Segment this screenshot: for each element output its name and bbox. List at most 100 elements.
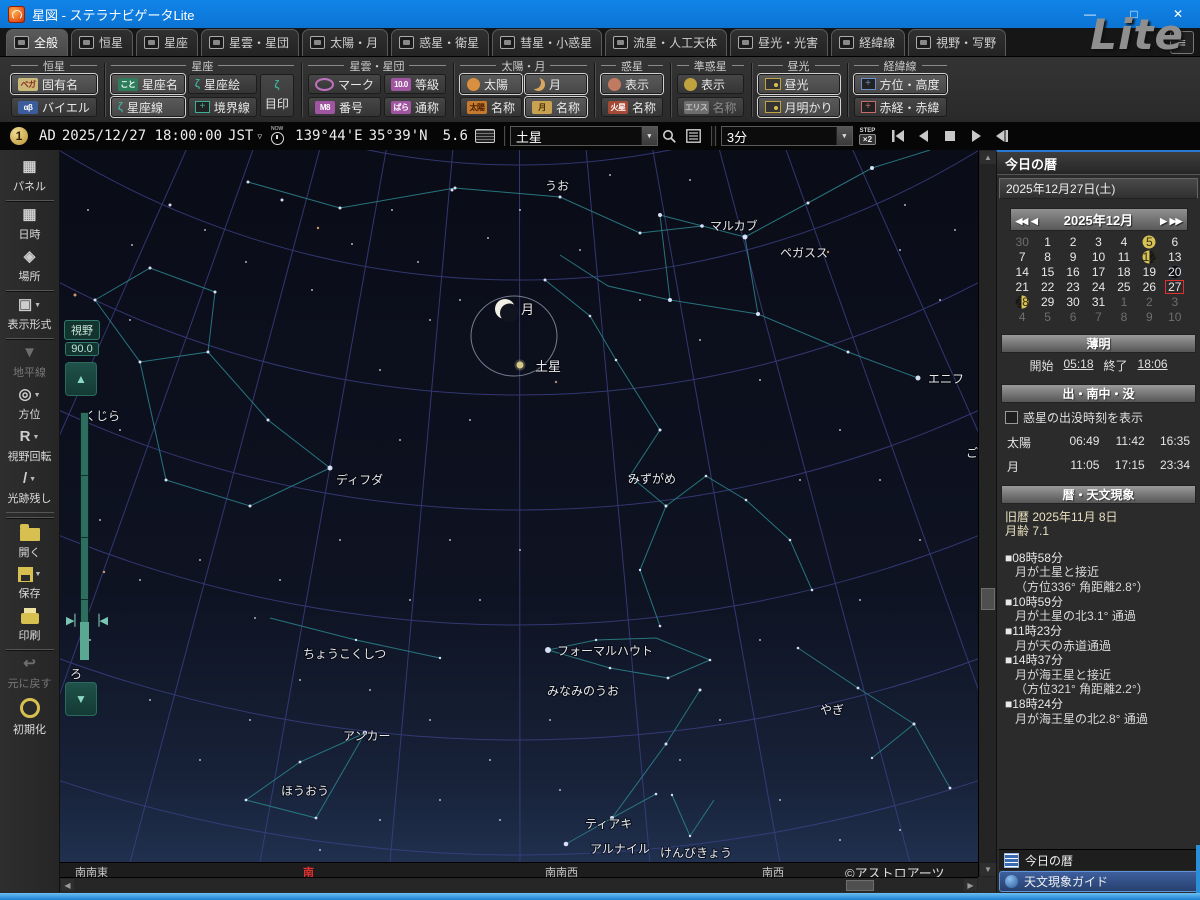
play-button[interactable] <box>968 128 984 144</box>
toolbar-button-方位・高度[interactable]: + 方位・高度 <box>853 74 947 94</box>
sidebar-item-表示形式[interactable]: ▣ ▼ 表示形式 <box>2 293 58 335</box>
calendar-day-4[interactable]: 4 <box>1111 234 1136 249</box>
sidebar-item-視野回転[interactable]: R ▼ 視野回転 <box>2 425 58 467</box>
toolbar-button-固有名[interactable]: ベガ 固有名 <box>11 74 97 94</box>
scroll-left-icon[interactable]: ◀ <box>61 879 74 891</box>
calendar-next-month-button[interactable]: ▶ <box>1160 216 1167 226</box>
toolbar-button-星座絵[interactable]: ζ 星座絵 <box>187 74 257 94</box>
chevron-down-icon[interactable]: ▼ <box>29 476 36 483</box>
calendar-day-10[interactable]: 10 <box>1086 249 1111 264</box>
toolbar-button-名称[interactable]: 月名称 <box>524 97 587 117</box>
search-icon[interactable] <box>660 126 680 146</box>
calendar-day-3[interactable]: 3 <box>1162 294 1187 309</box>
step-multiplier-icon[interactable]: STEP ×2 <box>858 128 877 145</box>
toolbar-button-名称[interactable]: エリス 名称 <box>677 97 744 117</box>
toolbar-button-月[interactable]: 月 <box>524 74 587 94</box>
calendar-day-27[interactable]: 27 <box>1162 279 1187 294</box>
time-step-combo[interactable]: 3分 ▼ <box>720 126 853 146</box>
calendar-next-year-button[interactable]: ▶▶ <box>1170 216 1183 226</box>
chevron-down-icon[interactable]: ▼ <box>34 392 41 399</box>
tab-惑星・衛星[interactable]: 惑星・衛星 <box>391 29 490 56</box>
calendar-day-9[interactable]: 9 <box>1060 249 1085 264</box>
calendar-day-21[interactable]: 21 <box>1010 279 1035 294</box>
toolbar-button-名称[interactable]: 太陽 名称 <box>459 97 522 117</box>
calendar-day-13[interactable]: 13 <box>1162 249 1187 264</box>
sidebar-item-保存[interactable]: ▼ 保存 <box>2 563 58 604</box>
calendar-day-14[interactable]: 14 <box>1010 264 1035 279</box>
calendar-day-12[interactable]: 12 <box>1137 249 1162 264</box>
location-badge[interactable]: 1 <box>10 127 28 145</box>
calendar-prev-month-button[interactable]: ◀ <box>1031 216 1038 226</box>
calendar-day-5[interactable]: 5 <box>1137 234 1162 249</box>
object-list-icon[interactable] <box>684 126 704 146</box>
sidebar-item-日時[interactable]: ▦ 日時 <box>2 203 58 245</box>
tab-恒星[interactable]: 恒星 <box>71 29 134 56</box>
calendar-day-25[interactable]: 25 <box>1111 279 1136 294</box>
calendar-prev-year-button[interactable]: ◀◀ <box>1016 216 1029 226</box>
toolbar-button-月明かり[interactable]: 月明かり <box>757 97 840 117</box>
sky-chart[interactable]: うお マルカブ ペガスス エニフ くじら ディフダ みずがめ フォーマルハウト ちょうこくしつみ… <box>60 150 978 862</box>
toolbar-button-バイエル[interactable]: αβ バイエル <box>11 97 97 117</box>
tab-全般[interactable]: 全般 <box>6 29 69 56</box>
calendar-day-30[interactable]: 30 <box>1060 294 1085 309</box>
sidebar-item-印刷[interactable]: 印刷 <box>2 604 58 646</box>
now-clock-icon[interactable]: NOW <box>268 126 286 146</box>
tab-視野・写野[interactable]: 視野・写野 <box>908 29 1007 56</box>
calendar-day-23[interactable]: 23 <box>1060 279 1085 294</box>
tab-経緯線[interactable]: 経緯線 <box>831 29 906 56</box>
skip-start-button[interactable] <box>890 128 906 144</box>
calendar-day-8[interactable]: 8 <box>1111 309 1136 324</box>
panel-tab-today-calendar[interactable]: 今日の暦 <box>999 849 1198 870</box>
scroll-right-icon[interactable]: ▶ <box>964 879 977 891</box>
saturn[interactable] <box>514 359 526 371</box>
zoom-in-button[interactable]: ▲ <box>65 362 97 396</box>
tab-星雲・星団[interactable]: 星雲・星団 <box>201 29 300 56</box>
calendar-day-1[interactable]: 1 <box>1111 294 1136 309</box>
keyboard-icon[interactable] <box>474 129 495 143</box>
scroll-up-icon[interactable]: ▲ <box>980 151 996 164</box>
stop-button[interactable] <box>942 128 958 144</box>
sidebar-item-開く[interactable]: 開く <box>2 520 58 563</box>
calendar-day-6[interactable]: 6 <box>1162 234 1187 249</box>
planet-riseset-toggle[interactable]: 惑星の出没時刻を表示 <box>1005 409 1200 426</box>
calendar-day-29[interactable]: 29 <box>1035 294 1060 309</box>
tab-星座[interactable]: 星座 <box>136 29 199 56</box>
toolbar-button-赤経・赤緯[interactable]: + 赤経・赤緯 <box>853 97 947 117</box>
calendar-day-18[interactable]: 18 <box>1111 264 1136 279</box>
skip-end-button[interactable] <box>994 128 1010 144</box>
toolbar-button-マーク[interactable]: マーク <box>307 74 381 94</box>
calendar-day-4[interactable]: 4 <box>1010 309 1035 324</box>
toolbar-button-昼光[interactable]: 昼光 <box>757 74 840 94</box>
calendar-day-16[interactable]: 16 <box>1060 264 1085 279</box>
target-search-combo[interactable]: 土星 ▼ <box>509 126 658 146</box>
tab-流星・人工天体[interactable]: 流星・人工天体 <box>605 29 728 56</box>
chevron-down-icon[interactable]: ▼ <box>640 127 657 145</box>
calendar-day-7[interactable]: 7 <box>1086 309 1111 324</box>
fov-slider-handle-right[interactable]: ▕◀ <box>91 616 108 627</box>
timezone-label[interactable]: JST <box>228 128 253 144</box>
calendar-day-5[interactable]: 5 <box>1035 309 1060 324</box>
sidebar-item-パネル[interactable]: ▦ パネル <box>2 155 58 197</box>
calendar-day-19[interactable]: 19 <box>1137 264 1162 279</box>
chart-vertical-scrollbar[interactable]: ▲ ▼ <box>978 150 996 877</box>
tab-昼光・光害[interactable]: 昼光・光害 <box>730 29 829 56</box>
calendar-day-9[interactable]: 9 <box>1137 309 1162 324</box>
calendar-day-22[interactable]: 22 <box>1035 279 1060 294</box>
timezone-dropdown-icon[interactable]: ▽ <box>257 132 262 141</box>
zoom-out-button[interactable]: ▼ <box>65 682 97 716</box>
sidebar-item-場所[interactable]: ◈ 場所 <box>2 245 58 287</box>
calendar-day-28[interactable]: 28 <box>1010 294 1035 309</box>
twilight-start-value[interactable]: 05:18 <box>1063 357 1093 374</box>
calendar-day-26[interactable]: 26 <box>1137 279 1162 294</box>
chevron-down-icon[interactable]: ▼ <box>835 127 852 145</box>
calendar-day-20[interactable]: 20 <box>1162 264 1187 279</box>
toolbar-button-通称[interactable]: ばら 通称 <box>383 97 446 117</box>
calendar-day-6[interactable]: 6 <box>1060 309 1085 324</box>
limiting-magnitude-value[interactable]: 5.6 <box>443 128 468 144</box>
longitude-value[interactable]: 139°44'E <box>295 128 362 144</box>
toolbar-button-星座名[interactable]: こと 星座名 <box>110 74 185 94</box>
calendar-day-17[interactable]: 17 <box>1086 264 1111 279</box>
checkbox-icon[interactable] <box>1005 411 1018 424</box>
latitude-value[interactable]: 35°39'N <box>369 128 428 144</box>
calendar-day-30[interactable]: 30 <box>1010 234 1035 249</box>
